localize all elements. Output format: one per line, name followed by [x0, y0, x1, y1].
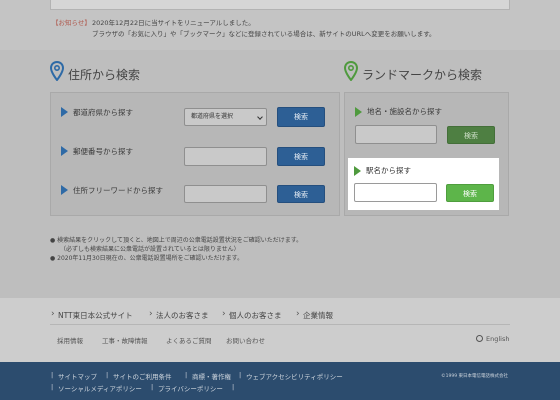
- station-search-highlight: 駅名から探す 検索: [348, 158, 499, 210]
- map-pin-icon: [344, 61, 358, 81]
- footer-separator: |: [106, 371, 109, 379]
- contact-link[interactable]: お問い合わせ: [226, 335, 265, 345]
- note-line-2: （必ずしも検索結果に公衆電話が設置されているとは限りません）: [60, 246, 240, 253]
- address-freeword-search-button[interactable]: 検索: [277, 185, 325, 203]
- bullet-arrow-icon: [61, 185, 68, 195]
- notice-line-1: 2020年12月22日に当サイトをリニューアルしました。: [92, 19, 255, 27]
- notice-tag: 【お知らせ】: [52, 19, 91, 27]
- address-search-title: 住所から検索: [68, 68, 141, 82]
- prefecture-search-button[interactable]: 検索: [277, 107, 325, 127]
- sitemap-link[interactable]: サイトマップ: [58, 371, 97, 381]
- prefecture-select[interactable]: 都道府県を選択: [184, 108, 267, 126]
- privacy-policy-link[interactable]: プライバシーポリシー: [158, 383, 223, 393]
- prefecture-label: 都道府県から探す: [73, 108, 133, 117]
- postal-code-search-button[interactable]: 検索: [277, 147, 325, 166]
- faq-link[interactable]: よくあるご質問: [166, 335, 212, 345]
- postal-code-label: 郵便番号から探す: [73, 147, 133, 156]
- social-media-policy-link[interactable]: ソーシャルメディアポリシー: [58, 383, 142, 393]
- ntt-east-official-link[interactable]: NTT東日本公式サイト: [58, 310, 133, 321]
- copyright: ©1999 東日本電信電話株式会社: [441, 374, 508, 379]
- footer-separator: |: [51, 383, 54, 391]
- address-freeword-input[interactable]: [184, 185, 267, 203]
- footer: | サイトマップ | サイトのご利用条件 | 商標・著作権 | ウェブアクセシビ…: [0, 362, 560, 400]
- trademark-copyright-link[interactable]: 商標・著作権: [192, 371, 231, 381]
- recruitment-link[interactable]: 採用情報: [57, 335, 83, 345]
- landmark-search-title: ランドマークから検索: [362, 68, 483, 82]
- place-name-label: 地名・施設名から探す: [367, 107, 442, 116]
- links-divider: [50, 324, 510, 325]
- place-name-search-button[interactable]: 検索: [447, 126, 495, 144]
- site-links-area: [0, 298, 560, 362]
- address-search-panel: 都道府県から探す 都道府県を選択 検索 郵便番号から探す 検索 住所フリーワード…: [50, 92, 340, 216]
- station-search-button[interactable]: 検索: [446, 184, 494, 202]
- web-accessibility-policy-link[interactable]: ウェブアクセシビリティポリシー: [246, 371, 343, 381]
- chevron-down-icon: [257, 114, 263, 120]
- chevron-right-icon: ›: [149, 309, 153, 319]
- address-freeword-label: 住所フリーワードから探す: [73, 186, 163, 195]
- terms-of-use-link[interactable]: サイトのご利用条件: [113, 371, 172, 381]
- station-name-label: 駅名から探す: [366, 166, 411, 175]
- notice-top-box: [50, 0, 510, 10]
- footer-separator: |: [51, 371, 54, 379]
- place-name-input[interactable]: [355, 125, 437, 144]
- corporate-info-link[interactable]: 企業情報: [303, 310, 333, 321]
- footer-separator: |: [185, 371, 188, 379]
- footer-separator: |: [232, 383, 235, 391]
- bullet-arrow-icon: [61, 107, 68, 117]
- chevron-right-icon: ›: [222, 309, 226, 319]
- note-line-3: ● 2020年11月30日現在の、公衆電話設置場所をご確認いただけます。: [50, 255, 244, 262]
- footer-separator: |: [239, 371, 242, 379]
- bullet-arrow-icon: [61, 146, 68, 156]
- individual-customers-link[interactable]: 個人のお客さま: [229, 310, 282, 321]
- map-pin-icon: [50, 61, 64, 81]
- chevron-right-icon: ›: [51, 309, 55, 319]
- business-customers-link[interactable]: 法人のお客さま: [156, 310, 209, 321]
- bullet-arrow-icon: [354, 166, 361, 176]
- footer-separator: |: [151, 383, 154, 391]
- construction-fault-info-link[interactable]: 工事・故障情報: [102, 335, 148, 345]
- postal-code-input[interactable]: [184, 147, 267, 166]
- bullet-arrow-icon: [355, 107, 362, 117]
- note-line-1: ● 検索結果をクリックして頂くと、地図上で周辺の公衆電話設置状況をご確認いただけ…: [50, 237, 303, 244]
- notice-area: 【お知らせ】 2020年12月22日に当サイトをリニューアルしました。 ブラウザ…: [0, 0, 560, 50]
- english-link[interactable]: English: [486, 335, 509, 343]
- notice-line-2: ブラウザの「お気に入り」や「ブックマーク」などに登録されている場合は、新サイトの…: [92, 30, 436, 38]
- station-name-input[interactable]: [354, 183, 437, 202]
- prefecture-select-value: 都道府県を選択: [191, 113, 234, 120]
- chevron-right-icon: ›: [296, 309, 300, 319]
- globe-icon: [476, 335, 483, 342]
